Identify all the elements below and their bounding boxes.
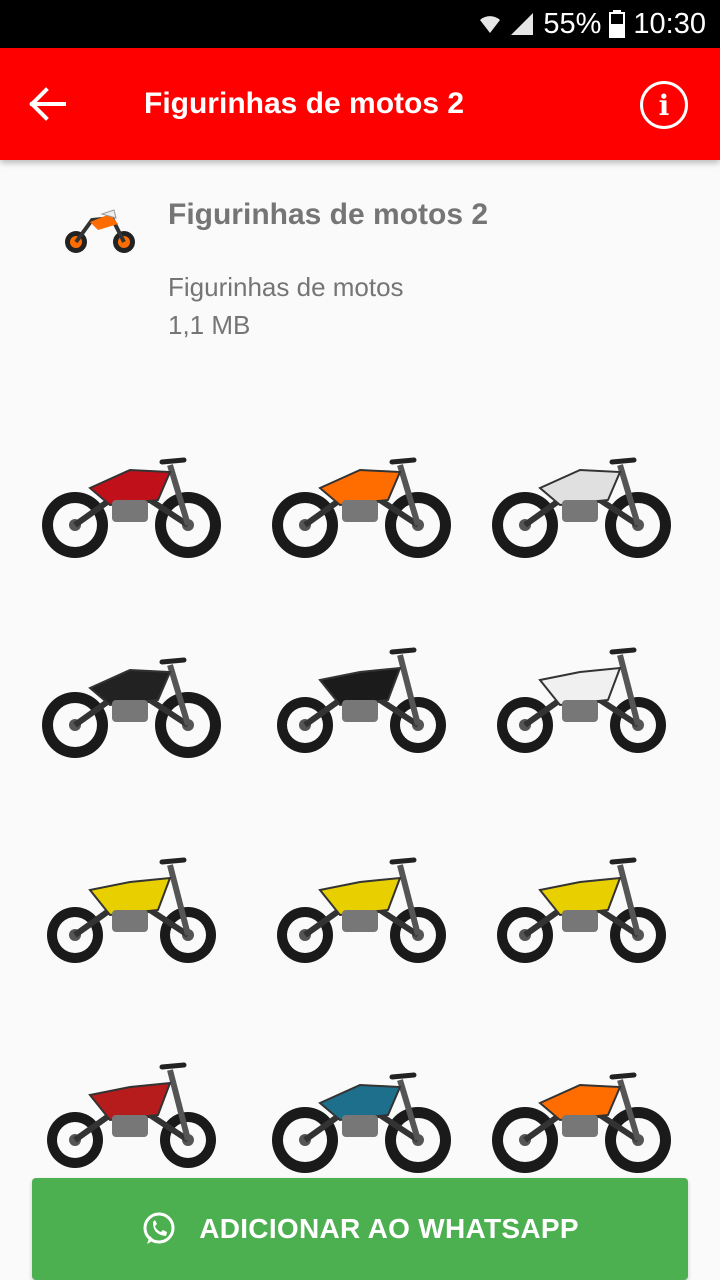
pack-name: Figurinhas de motos 2	[168, 198, 489, 231]
clock: 10:30	[633, 7, 706, 40]
battery-icon	[609, 10, 626, 38]
wifi-icon	[480, 16, 501, 33]
motorcycle-icon	[277, 647, 446, 753]
motorcycle-icon	[47, 1062, 216, 1168]
sticker-yellow-dirt-bike-2[interactable]	[260, 820, 460, 990]
pack-publisher: Figurinhas de motos	[168, 272, 404, 302]
motorcycle-icon	[42, 657, 221, 758]
motorcycle-icon	[272, 1072, 451, 1173]
add-to-whatsapp-button[interactable]: ADICIONAR AO WHATSAPP	[32, 1178, 688, 1280]
motorcycle-icon	[42, 457, 221, 558]
sticker-white-sport-motorcycle[interactable]	[480, 410, 680, 580]
sticker-black-white-dirt-bike[interactable]	[480, 610, 680, 780]
app-bar: Figurinhas de motos 2 i	[0, 48, 720, 160]
sticker-white-orange-naked-motorcycle[interactable]	[480, 1025, 680, 1195]
motorcycle-icon	[497, 647, 666, 753]
page-title: Figurinhas de motos 2	[144, 87, 465, 120]
motorcycle-icon	[492, 1072, 671, 1173]
arrow-left-icon[interactable]	[28, 86, 68, 122]
pack-tray-icon	[65, 209, 135, 253]
signal-icon	[511, 13, 534, 35]
info-icon[interactable]: i	[640, 81, 688, 129]
sticker-orange-naked-motorcycle[interactable]	[260, 410, 460, 580]
motorcycle-icon	[47, 857, 216, 963]
add-button-label: ADICIONAR AO WHATSAPP	[199, 1213, 579, 1244]
sticker-black-cruiser-motorcycle[interactable]	[30, 610, 230, 780]
sticker-yellow-dirt-bike-3[interactable]	[480, 820, 680, 990]
motorcycle-icon	[277, 857, 446, 963]
motorcycle-icon	[492, 457, 671, 558]
sticker-yellow-dirt-bike-1[interactable]	[30, 820, 230, 990]
motorcycle-icon	[272, 457, 451, 558]
sticker-black-dirt-bike[interactable]	[260, 610, 460, 780]
battery-percent: 55%	[543, 7, 602, 40]
sticker-blue-adventure-motorcycle[interactable]	[260, 1025, 460, 1195]
sticker-red-street-motorcycle[interactable]	[30, 410, 230, 580]
sticker-red-black-dirt-bike[interactable]	[30, 1025, 230, 1195]
status-bar: 55% 10:30	[0, 0, 720, 48]
motorcycle-icon	[497, 857, 666, 963]
whatsapp-icon	[143, 1212, 175, 1244]
pack-size: 1,1 MB	[168, 310, 251, 340]
